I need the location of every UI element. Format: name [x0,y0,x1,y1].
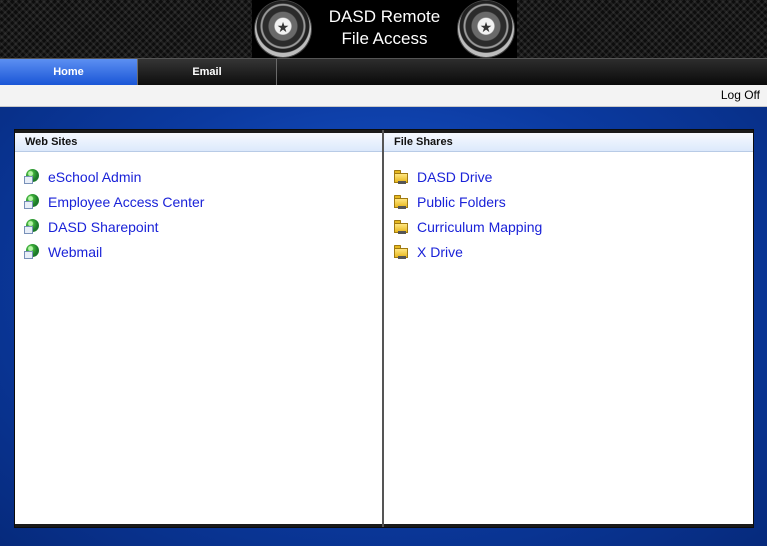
link-public-folders[interactable]: Public Folders [417,194,506,210]
list-item: DASD Sharepoint [15,214,382,239]
file-shares-list: DASD Drive Public Folders Curriculum Map… [384,152,753,264]
list-item: Webmail [15,239,382,264]
link-dasd-drive[interactable]: DASD Drive [417,169,492,185]
network-folder-icon [393,243,410,260]
globe-icon [24,168,41,185]
logoff-bar: Log Off [0,85,767,107]
header-banner: ★ DASD Remote File Access ★ [252,0,517,58]
link-curriculum-mapping[interactable]: Curriculum Mapping [417,219,542,235]
network-folder-icon [393,168,410,185]
site-title-line2: File Access [341,29,428,48]
file-shares-header: File Shares [384,130,753,152]
list-item: DASD Drive [384,164,753,189]
link-webmail[interactable]: Webmail [48,244,102,260]
web-sites-list: eSchool Admin Employee Access Center DAS… [15,152,382,264]
panel-footer-bar [384,524,753,527]
main-nav: Home Email [0,58,767,85]
globe-icon [24,243,41,260]
school-seal-right-icon: ★ [458,1,514,57]
list-item: X Drive [384,239,753,264]
link-dasd-sharepoint[interactable]: DASD Sharepoint [48,219,159,235]
site-title-line1: DASD Remote [328,7,441,26]
web-sites-panel: Web Sites eSchool Admin Employee Access … [15,130,384,527]
list-item: Employee Access Center [15,189,382,214]
list-item: eSchool Admin [15,164,382,189]
main-content: Web Sites eSchool Admin Employee Access … [0,107,767,546]
link-x-drive[interactable]: X Drive [417,244,463,260]
link-eschool-admin[interactable]: eSchool Admin [48,169,141,185]
school-seal-left-icon: ★ [255,1,311,57]
list-item: Curriculum Mapping [384,214,753,239]
tab-email[interactable]: Email [138,59,277,85]
resource-panels: Web Sites eSchool Admin Employee Access … [14,129,754,528]
web-sites-header: Web Sites [15,130,382,152]
tab-home[interactable]: Home [0,59,138,85]
link-employee-access-center[interactable]: Employee Access Center [48,194,204,210]
network-folder-icon [393,218,410,235]
list-item: Public Folders [384,189,753,214]
panel-footer-bar [15,524,382,527]
network-folder-icon [393,193,410,210]
file-shares-panel: File Shares DASD Drive Public Folders Cu… [384,130,753,527]
globe-icon [24,218,41,235]
globe-icon [24,193,41,210]
logoff-link[interactable]: Log Off [721,88,760,102]
site-header: ★ DASD Remote File Access ★ [0,0,767,58]
site-title: DASD Remote File Access [314,6,455,50]
